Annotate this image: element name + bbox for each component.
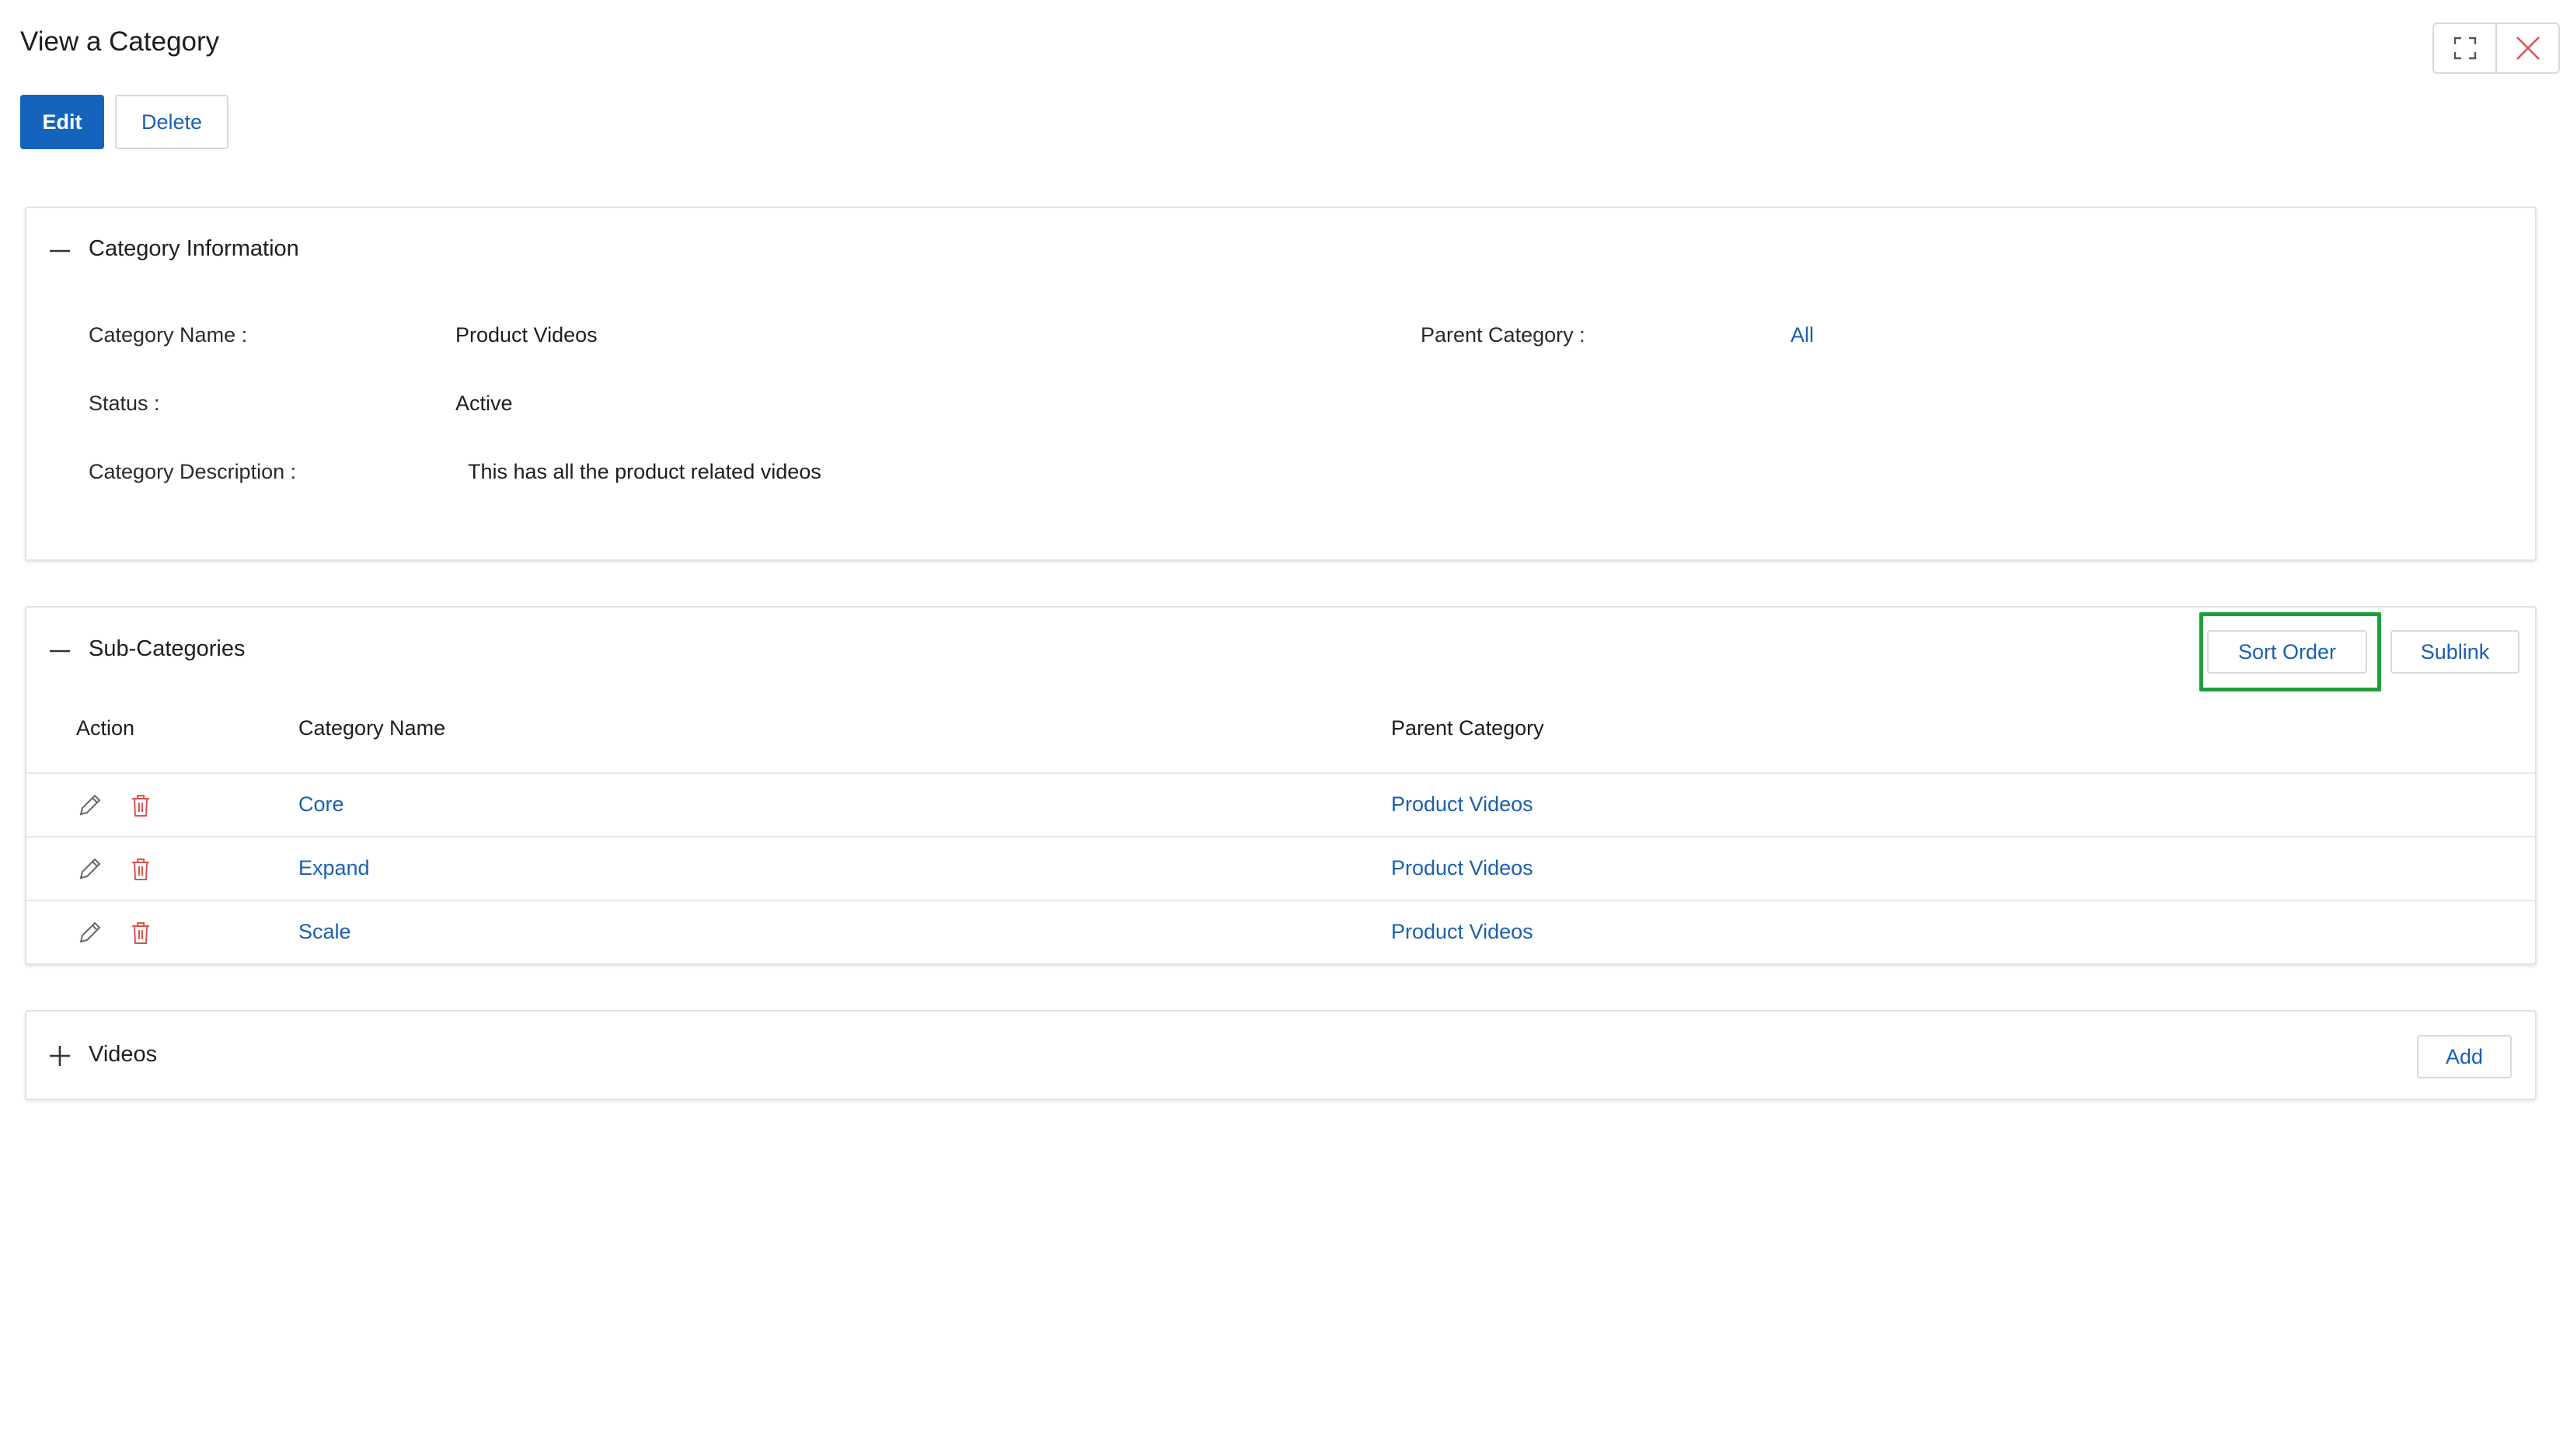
table-row: Core Product Videos [26,772,2535,836]
edit-pencil-icon[interactable] [76,920,103,946]
sort-order-button[interactable]: Sort Order [2207,630,2367,674]
delete-button[interactable]: Delete [115,95,228,149]
collapse-icon[interactable] [48,239,71,263]
trash-icon[interactable] [127,856,154,883]
expand-plus-icon[interactable] [48,1044,71,1068]
page-title: View a Category [20,26,220,57]
parent-category-link[interactable]: Product Videos [1391,792,1533,817]
sub-categories-panel: Sub-Categories Sort Order Sublink Action… [25,606,2537,965]
edit-pencil-icon[interactable] [76,856,103,883]
status-value: Active [455,392,513,415]
close-icon [2516,37,2540,60]
table-row: Scale Product Videos [26,900,2535,963]
expand-button[interactable] [2434,24,2495,72]
edit-pencil-icon[interactable] [76,792,103,819]
window-controls [2432,23,2560,74]
collapse-icon[interactable] [48,639,71,663]
status-label: Status : [89,392,160,415]
parent-category-link[interactable]: Product Videos [1391,856,1533,880]
category-description-value: This has all the product related videos [468,460,821,483]
expand-icon [2453,37,2476,60]
add-video-button[interactable]: Add [2417,1035,2512,1078]
category-information-panel: Category Information Category Name : Pro… [25,207,2537,561]
videos-header[interactable]: Videos [26,1012,2535,1102]
category-name-value: Product Videos [455,323,598,347]
section-title: Sub-Categories [89,636,246,661]
sublink-button[interactable]: Sublink [2390,630,2519,674]
column-header-action: Action [76,716,135,740]
close-button[interactable] [2495,24,2558,72]
subcategory-name-link[interactable]: Core [298,792,344,817]
section-title: Category Information [89,236,299,261]
subcategory-name-link[interactable]: Expand [298,856,370,880]
category-name-label: Category Name : [89,323,248,347]
trash-icon[interactable] [127,920,154,946]
category-information-header[interactable]: Category Information [26,208,2535,294]
videos-panel: Videos Add [25,1010,2537,1100]
parent-category-link[interactable]: All [1791,323,1814,347]
section-title: Videos [89,1042,158,1067]
sub-categories-header[interactable]: Sub-Categories [26,608,2535,693]
table-row: Expand Product Videos [26,836,2535,900]
category-description-label: Category Description : [89,460,297,483]
column-header-parent-category[interactable]: Parent Category [1391,716,1544,740]
trash-icon[interactable] [127,792,154,819]
parent-category-link[interactable]: Product Videos [1391,920,1533,944]
edit-button[interactable]: Edit [20,95,104,149]
parent-category-label: Parent Category : [1421,323,1585,347]
subcategory-name-link[interactable]: Scale [298,920,351,944]
column-header-category-name[interactable]: Category Name [298,716,445,740]
